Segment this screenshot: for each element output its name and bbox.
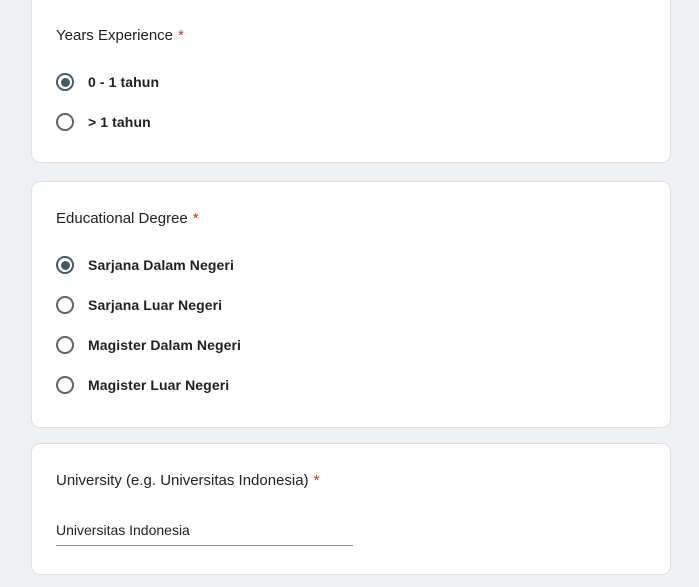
university-answer-input[interactable] [56,521,353,546]
radio-option-gt-1-tahun[interactable]: > 1 tahun [56,102,646,142]
required-asterisk: * [178,27,184,44]
option-label: Magister Dalam Negeri [88,337,242,353]
question-card-educational-degree: Educational Degree * Sarjana Dalam Negeri… [31,181,671,428]
option-label: 0 - 1 tahun [88,74,160,90]
radio-option-magister-luar-negeri[interactable]: Magister Luar Negeri [56,365,646,405]
question-card-years-experience: Years Experience * 0 - 1 tahun > 1 tahun [31,0,671,163]
radio-button-icon[interactable] [56,296,74,314]
question-card-university: University (e.g. Universitas Indonesia) * [31,443,671,575]
question-title: Educational Degree * [56,209,646,229]
question-title-text: Educational Degree [56,210,188,227]
form-page: Years Experience * 0 - 1 tahun > 1 tahun … [0,0,699,587]
option-label: > 1 tahun [88,114,151,130]
question-title-text: Years Experience [56,27,174,44]
radio-option-magister-dalam-negeri[interactable]: Magister Dalam Negeri [56,325,646,365]
required-asterisk: * [192,210,199,227]
question-title: University (e.g. Universitas Indonesia) * [56,471,646,491]
option-label: Sarjana Luar Negeri [88,297,223,313]
radio-option-group: Sarjana Dalam Negeri Sarjana Luar Negeri… [56,245,646,405]
question-title: Years Experience * [56,26,646,46]
option-label: Magister Luar Negeri [88,377,230,393]
option-label: Sarjana Dalam Negeri [88,257,234,273]
radio-option-sarjana-luar-negeri[interactable]: Sarjana Luar Negeri [56,285,646,325]
radio-option-0-1-tahun[interactable]: 0 - 1 tahun [56,62,646,102]
radio-button-icon[interactable] [56,376,74,394]
question-title-text: University (e.g. Universitas Indonesia) [56,472,309,489]
radio-button-icon[interactable] [56,113,74,131]
radio-button-icon[interactable] [56,73,74,91]
radio-button-icon[interactable] [56,256,74,274]
radio-option-group: 0 - 1 tahun > 1 tahun [56,62,646,142]
radio-button-icon[interactable] [56,336,74,354]
required-asterisk: * [313,472,320,489]
form-column: Years Experience * 0 - 1 tahun > 1 tahun … [31,0,671,575]
radio-option-sarjana-dalam-negeri[interactable]: Sarjana Dalam Negeri [56,245,646,285]
